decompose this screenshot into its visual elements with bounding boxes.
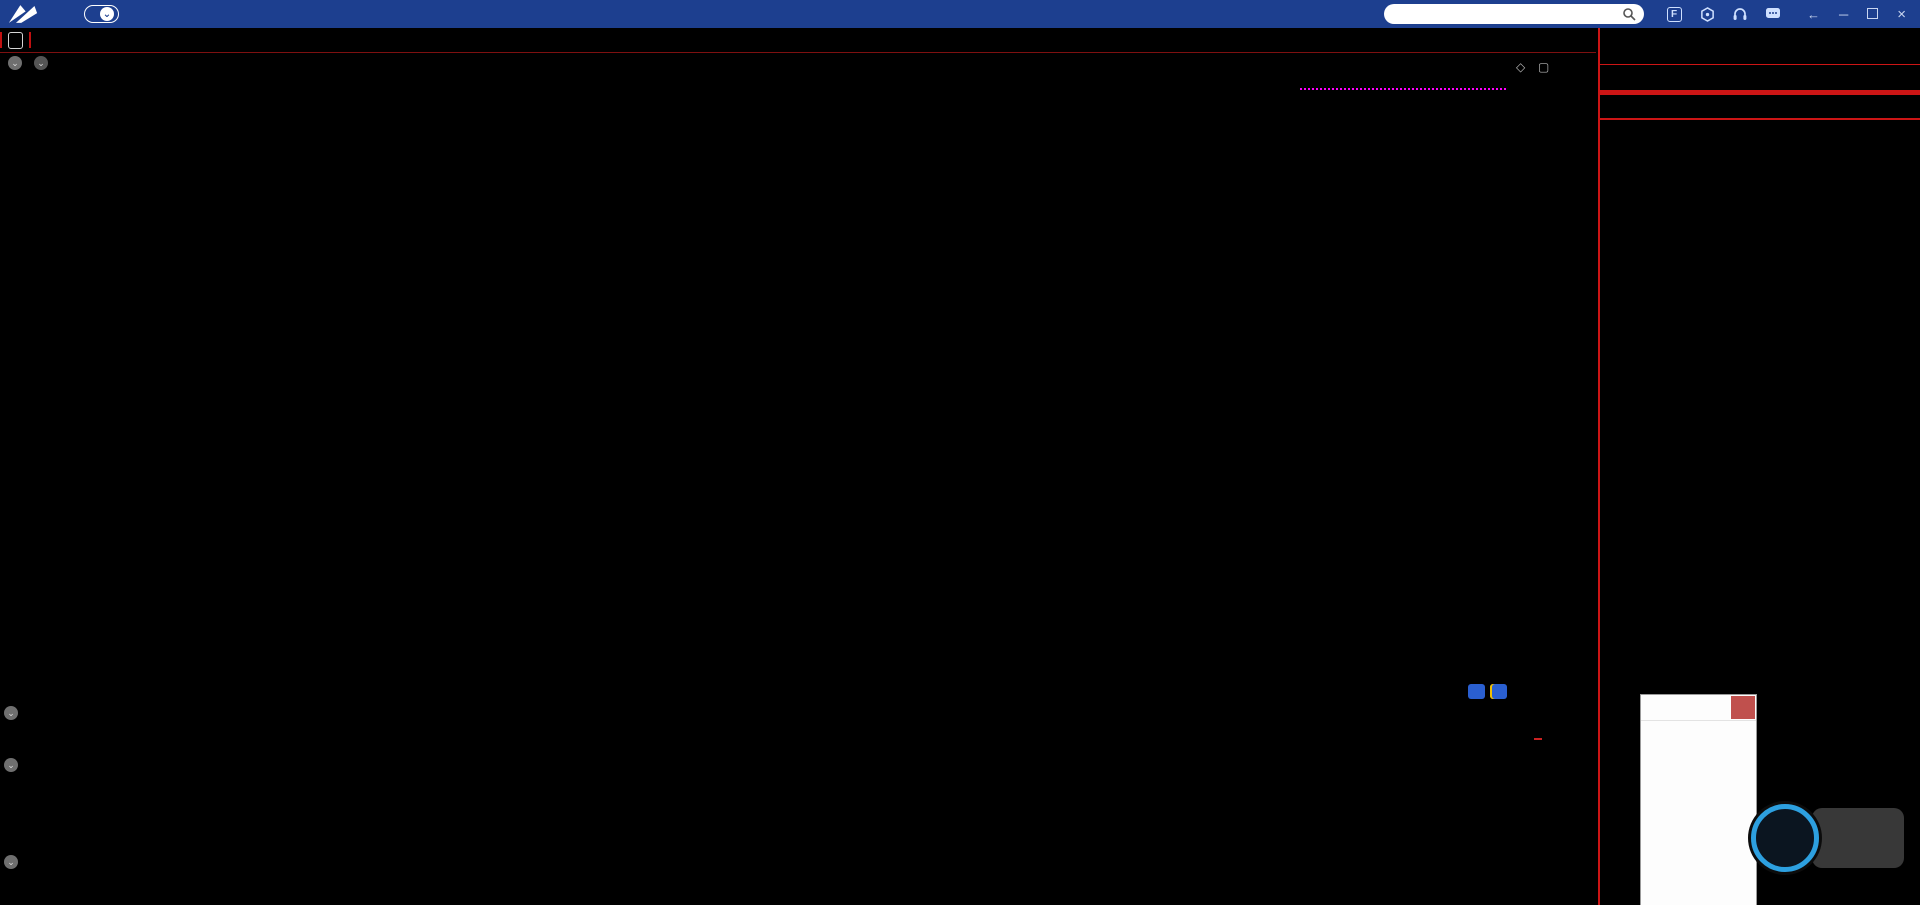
candlestick-chart-canvas[interactable] [0, 52, 1598, 905]
customer-service-icon[interactable] [1732, 6, 1748, 22]
money-flow-rows [1600, 119, 1920, 120]
collapse-chevron-icon[interactable]: ⌄ [4, 855, 18, 869]
messages-icon[interactable] [1765, 6, 1781, 22]
date-axis [0, 892, 1596, 905]
weibi-row [1600, 65, 1920, 91]
chart-title-row: ⌄ ⌄ [8, 56, 48, 70]
panel-layout-icon[interactable] [8, 32, 23, 49]
feedback-icon[interactable]: F [1666, 6, 1682, 22]
close-icon[interactable] [1731, 696, 1755, 719]
chevron-down-icon: ⌄ [100, 7, 114, 21]
minimize-button[interactable]: ─ [1839, 7, 1848, 22]
collapse-chevron-icon[interactable]: ⌄ [4, 758, 18, 772]
search-input[interactable] [1384, 4, 1644, 24]
cpu-gauge[interactable] [1751, 804, 1819, 872]
settings-icon[interactable] [1699, 6, 1715, 22]
vol-indicator-header: ⌄ [4, 706, 32, 720]
close-button[interactable]: × [1897, 6, 1906, 23]
cci-indicator-header: ⌄ [4, 855, 32, 869]
vol-axis-unit [1534, 738, 1542, 740]
guosen-swoosh-icon [8, 3, 38, 25]
drawing-tools-palette[interactable] [1640, 694, 1757, 905]
search-icon [1622, 7, 1636, 21]
palette-titlebar[interactable] [1641, 695, 1756, 721]
period-toolbar [0, 28, 1596, 53]
window-split-icon[interactable]: ▢ [1538, 60, 1549, 74]
brand-logo [0, 3, 54, 25]
collapse-chevron-icon[interactable]: ⌄ [8, 56, 22, 70]
stock-header [1600, 28, 1920, 65]
ranking-badge[interactable] [1490, 684, 1507, 699]
maximize-button[interactable] [1867, 7, 1878, 22]
trading-status-row [1600, 95, 1920, 119]
back-button[interactable]: ← [1807, 7, 1820, 22]
trading-app-window: ⌄ F ← ─ × [0, 0, 1920, 905]
magenta-marker-line [1300, 88, 1506, 90]
cpu-usage-tooltip [1812, 808, 1904, 868]
diamond-marker-icon[interactable]: ◇ [1516, 60, 1525, 74]
chevron-down-icon[interactable]: ⌄ [34, 56, 48, 70]
finance-badge[interactable] [1468, 684, 1485, 699]
macd-indicator-header: ⌄ [4, 758, 32, 772]
collapse-chevron-icon[interactable]: ⌄ [4, 706, 18, 720]
version-selector[interactable]: ⌄ [84, 5, 119, 23]
top-menu-bar: ⌄ F ← ─ × [0, 0, 1920, 28]
